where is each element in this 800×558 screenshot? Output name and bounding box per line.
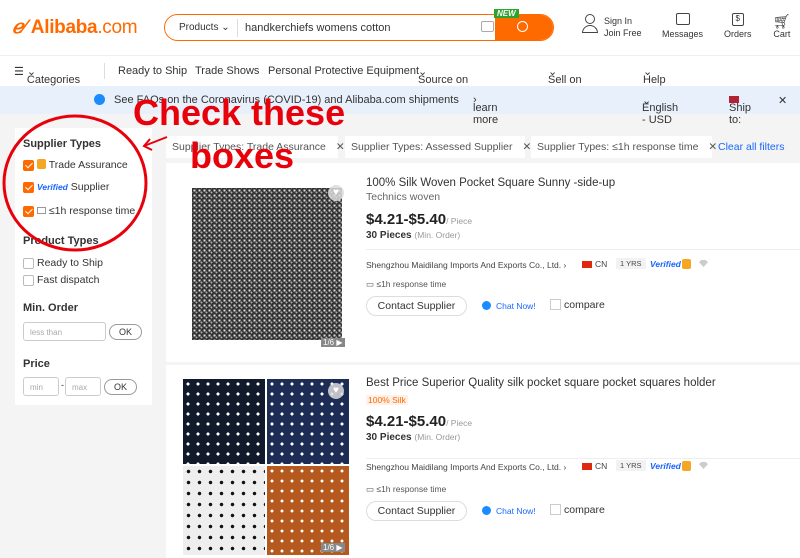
annotation-circle-arrow [2,114,168,252]
annotation-ellipse [2,114,148,252]
